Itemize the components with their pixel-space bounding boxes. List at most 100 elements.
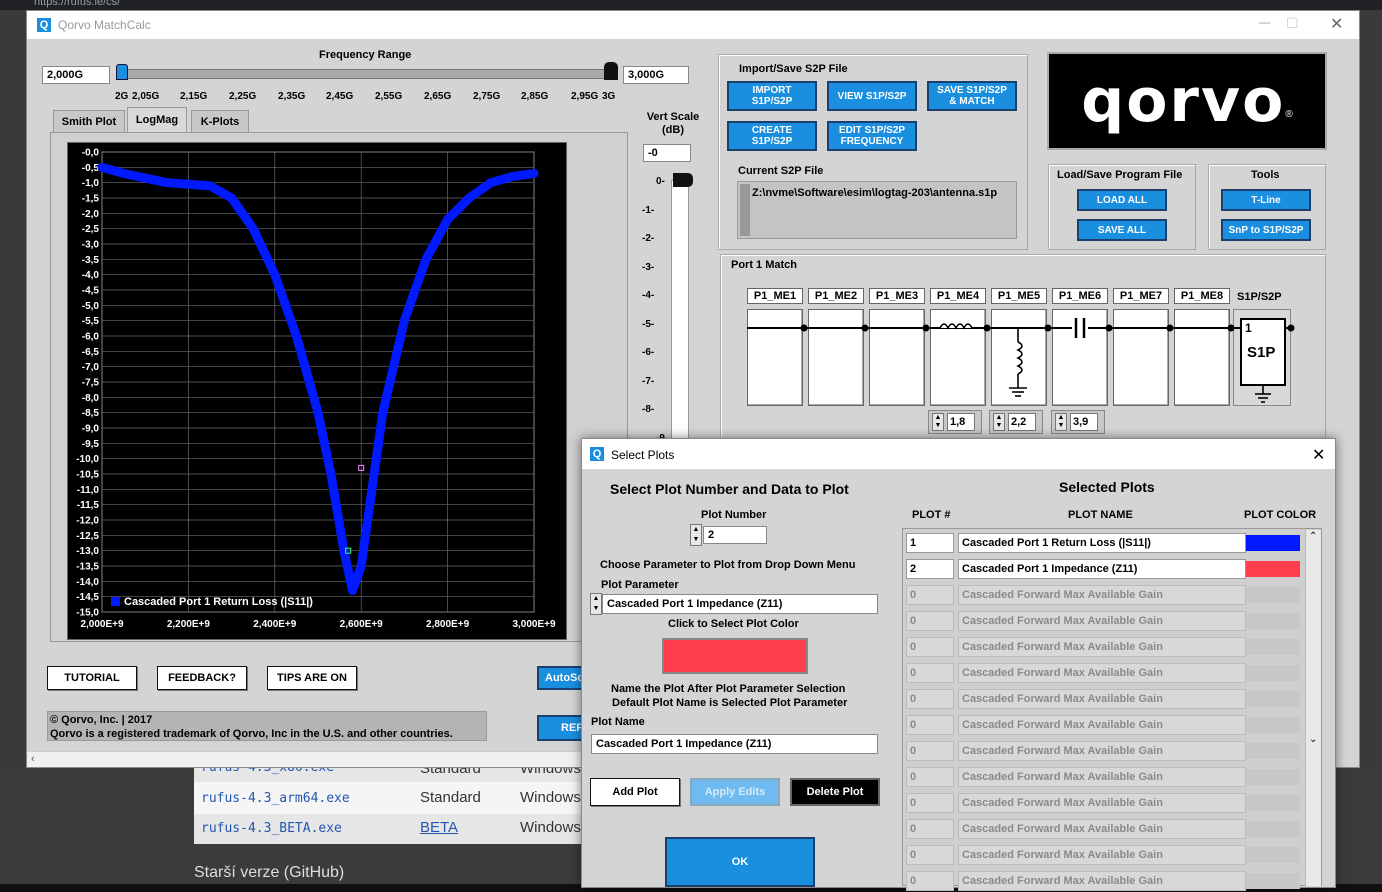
load-all-button[interactable]: LOAD ALL: [1077, 189, 1167, 211]
plot-row-color[interactable]: [1246, 743, 1300, 759]
plot-row-color[interactable]: [1246, 821, 1300, 837]
feedback-button[interactable]: FEEDBACK?: [157, 666, 247, 690]
plot-row[interactable]: 0 Cascaded Forward Max Available Gain: [906, 819, 1301, 841]
match-element-5[interactable]: P1_ME5: [991, 288, 1047, 406]
t-line-button[interactable]: T-Line: [1221, 189, 1311, 211]
match-element-slot[interactable]: [991, 309, 1047, 406]
snp-convert-button[interactable]: SnP to S1P/S2P: [1221, 219, 1311, 241]
plot-name-field[interactable]: Cascaded Port 1 Impedance (Z11): [591, 734, 878, 754]
plot-row-color[interactable]: [1246, 639, 1300, 655]
plot-number-field[interactable]: 2: [703, 526, 767, 544]
create-button[interactable]: CREATE S1P/S2P: [727, 121, 817, 151]
match-element-slot[interactable]: [869, 309, 925, 406]
logmag-chart[interactable]: -0,0 -0,5 -1,0 -1,5 -2,0 -2,5 -3,0 -3,5 -4,0 -4,5…: [67, 142, 567, 640]
match-element-slot[interactable]: [930, 309, 986, 406]
plot-row[interactable]: 0 Cascaded Forward Max Available Gain: [906, 793, 1301, 815]
current-file-scroll[interactable]: [740, 184, 750, 236]
dialog-close-icon[interactable]: ✕: [1312, 445, 1325, 465]
plot-row-color[interactable]: [1246, 717, 1300, 733]
stepper-value[interactable]: 1,8: [947, 413, 975, 431]
save-all-button[interactable]: SAVE ALL: [1077, 219, 1167, 241]
import-button[interactable]: IMPORT S1P/S2P: [727, 81, 817, 111]
file-type-link[interactable]: BETA: [420, 819, 458, 836]
add-plot-button[interactable]: Add Plot: [590, 778, 680, 806]
stepper-value[interactable]: 3,9: [1070, 413, 1098, 431]
match-element-slot[interactable]: [808, 309, 864, 406]
file-link[interactable]: rufus-4.3_arm64.exe: [201, 791, 350, 806]
plot-row[interactable]: 0 Cascaded Forward Max Available Gain: [906, 741, 1301, 763]
view-button[interactable]: VIEW S1P/S2P: [827, 81, 917, 111]
match-element-slot[interactable]: [747, 309, 803, 406]
tips-button[interactable]: TIPS ARE ON: [267, 666, 357, 690]
ok-button[interactable]: OK: [665, 837, 815, 887]
freq-slider-max-handle[interactable]: [604, 62, 618, 80]
tab-logmag[interactable]: LogMag: [127, 107, 187, 132]
plot-row[interactable]: 1 Cascaded Port 1 Return Loss (|S11|): [906, 533, 1301, 555]
stepper-arrows-icon[interactable]: ▲ ▼: [993, 413, 1005, 431]
plots-scrollbar[interactable]: ⌃ ⌄: [1305, 530, 1321, 886]
url-text[interactable]: https://rufus.ie/cs/: [34, 0, 120, 8]
plot-row-color[interactable]: [1246, 847, 1300, 863]
plot-param-dropdown[interactable]: Cascaded Port 1 Impedance (Z11): [602, 594, 878, 614]
match-element-8[interactable]: P1_ME8: [1174, 288, 1230, 406]
freq-slider-min-handle[interactable]: [116, 64, 128, 80]
file-link[interactable]: rufus-4.3_BETA.exe: [201, 821, 342, 836]
plot-row-color[interactable]: [1246, 795, 1300, 811]
stepper-arrows-icon[interactable]: ▲ ▼: [932, 413, 944, 431]
freq-min-field[interactable]: 2,000G: [42, 66, 110, 84]
plot-row[interactable]: 0 Cascaded Forward Max Available Gain: [906, 689, 1301, 711]
freq-slider-track[interactable]: [120, 69, 614, 79]
scroll-left-icon[interactable]: ‹: [31, 753, 35, 765]
minimize-icon[interactable]: ─: [1259, 15, 1270, 33]
close-icon[interactable]: ✕: [1330, 14, 1343, 34]
plot-row-color[interactable]: [1246, 613, 1300, 629]
match-element-3[interactable]: P1_ME3: [869, 288, 925, 406]
plot-param-arrows-icon[interactable]: ▲ ▼: [590, 593, 602, 615]
tab-k-plots[interactable]: K-Plots: [191, 110, 249, 132]
report-button[interactable]: REP: [537, 715, 584, 741]
plot-row-color[interactable]: [1246, 587, 1300, 603]
plot-row-color[interactable]: [1246, 665, 1300, 681]
match-element-7[interactable]: P1_ME7: [1113, 288, 1169, 406]
plot-row[interactable]: 0 Cascaded Forward Max Available Gain: [906, 845, 1301, 867]
plot-row[interactable]: 2 Cascaded Port 1 Impedance (Z11): [906, 559, 1301, 581]
plot-row[interactable]: 0 Cascaded Forward Max Available Gain: [906, 585, 1301, 607]
plot-number-arrows-icon[interactable]: ▲ ▼: [690, 524, 702, 546]
maximize-icon[interactable]: ☐: [1286, 15, 1299, 32]
plot-row-color[interactable]: [1246, 535, 1300, 551]
plot-row-color[interactable]: [1246, 873, 1300, 889]
freq-max-field[interactable]: 3,000G: [623, 66, 689, 84]
stepper-me4[interactable]: ▲ ▼ 1,8: [928, 410, 982, 434]
plot-row[interactable]: 0 Cascaded Forward Max Available Gain: [906, 715, 1301, 737]
save-match-button[interactable]: SAVE S1P/S2P & MATCH: [927, 81, 1017, 111]
match-element-slot[interactable]: [1052, 309, 1108, 406]
vert-scale-handle[interactable]: [673, 173, 693, 187]
vert-scale-field[interactable]: -0: [643, 144, 691, 162]
match-element-1[interactable]: P1_ME1: [747, 288, 803, 406]
plot-row-color[interactable]: [1246, 691, 1300, 707]
vert-scale-track[interactable]: [671, 180, 689, 442]
autoscale-button[interactable]: AutoSc: [537, 666, 584, 690]
stepper-me5[interactable]: ▲ ▼ 2,2: [989, 410, 1043, 434]
match-element-6[interactable]: P1_ME6: [1052, 288, 1108, 406]
match-element-slot[interactable]: [1174, 309, 1230, 406]
plot-color-swatch[interactable]: [662, 638, 808, 674]
edit-frequency-button[interactable]: EDIT S1P/S2P FREQUENCY: [827, 121, 917, 151]
delete-plot-button[interactable]: Delete Plot: [790, 778, 880, 806]
match-element-slot[interactable]: [1113, 309, 1169, 406]
plot-row-color[interactable]: [1246, 769, 1300, 785]
scroll-up-icon[interactable]: ⌃: [1309, 531, 1317, 542]
plot-row[interactable]: 0 Cascaded Forward Max Available Gain: [906, 637, 1301, 659]
stepper-value[interactable]: 2,2: [1008, 413, 1036, 431]
tutorial-button[interactable]: TUTORIAL: [47, 666, 137, 690]
plot-row[interactable]: 0 Cascaded Forward Max Available Gain: [906, 767, 1301, 789]
tab-smith-plot[interactable]: Smith Plot: [53, 110, 125, 132]
stepper-me6[interactable]: ▲ ▼ 3,9: [1051, 410, 1105, 434]
plot-row[interactable]: 0 Cascaded Forward Max Available Gain: [906, 871, 1301, 892]
scroll-down-icon[interactable]: ⌄: [1309, 734, 1317, 745]
plot-row-color[interactable]: [1246, 561, 1300, 577]
match-element-2[interactable]: P1_ME2: [808, 288, 864, 406]
horizontal-scrollbar[interactable]: ‹: [27, 751, 583, 767]
match-element-4[interactable]: P1_ME4: [930, 288, 986, 406]
plot-row[interactable]: 0 Cascaded Forward Max Available Gain: [906, 611, 1301, 633]
